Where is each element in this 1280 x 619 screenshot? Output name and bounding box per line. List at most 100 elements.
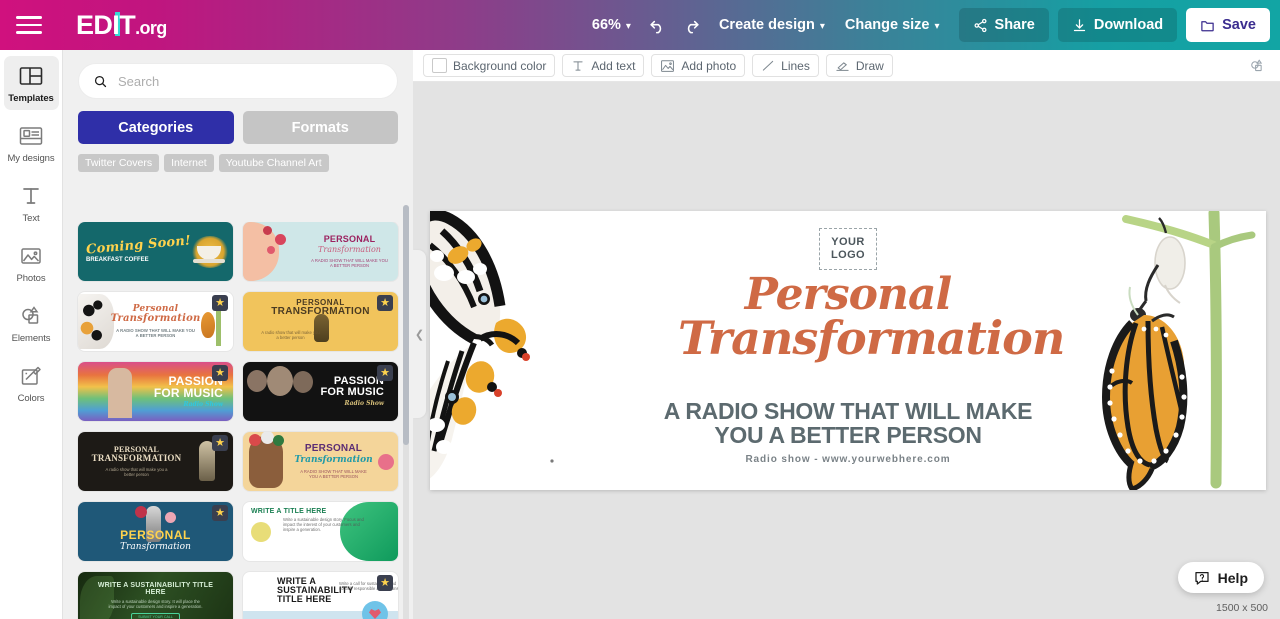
draw-button[interactable]: Draw (825, 54, 893, 77)
template-thumbnail[interactable]: PERSONAL Transformation A RADIO SHOW THA… (243, 432, 398, 491)
save-label: Save (1222, 17, 1256, 33)
draw-icon (836, 61, 849, 71)
sidebar-item-my-designs[interactable]: My designs (4, 116, 59, 170)
tab-formats[interactable]: Formats (242, 111, 398, 144)
hamburger-menu-button[interactable] (0, 16, 58, 34)
canvas-size-label: 1500 x 500 (1216, 602, 1268, 614)
favorite-star-icon[interactable]: ★ (212, 505, 228, 521)
favorite-star-icon[interactable]: ★ (377, 295, 393, 311)
editor-stage[interactable]: YOUR LOGO Personal Transformation A RADI… (413, 82, 1280, 619)
chip-youtube-channel-art[interactable]: Youtube Channel Art (218, 154, 329, 172)
thumb-title: Coming Soon! (85, 233, 192, 258)
sidebar-item-templates[interactable]: Templates (3, 56, 59, 110)
search-input[interactable] (118, 73, 383, 89)
line-icon (762, 60, 774, 71)
chevron-down-icon: ▾ (819, 20, 825, 32)
design-title-line-2: Transformation (678, 311, 1065, 366)
chevron-down-icon: ▾ (934, 20, 940, 32)
design-footer-text[interactable]: Radio show - www.yourwebhere.com (638, 454, 1058, 465)
thumb-title: PERSONAL (323, 233, 376, 244)
sidebar-label-photos: Photos (16, 273, 46, 284)
my-designs-icon (19, 127, 43, 145)
brand-logo[interactable]: EDIT .org (76, 10, 167, 41)
template-thumbnail[interactable]: ★ PASSION FOR MUSIC Radio Show (78, 362, 233, 421)
thumb-subtitle: BREAKFAST COFFEE (86, 257, 149, 264)
chip-internet[interactable]: Internet (164, 154, 214, 172)
design-title[interactable]: Personal Transformation (678, 273, 1065, 366)
left-sidebar-rail: Templates My designs Text Photos Element… (0, 50, 63, 619)
favorite-star-icon[interactable]: ★ (212, 365, 228, 381)
chevron-left-icon: ❮ (414, 328, 425, 341)
header-actions: 66% ▾ Create design ▾ Change size ▾ Shar… (582, 0, 1280, 50)
download-icon (1073, 18, 1085, 31)
thumb-caption: Write a sustainable design story. Focus … (283, 517, 364, 533)
search-container (63, 50, 413, 99)
template-thumbnail[interactable]: WRITE A SUSTAINABILITY TITLE HERE Write … (78, 572, 233, 619)
design-canvas[interactable]: YOUR LOGO Personal Transformation A RADI… (430, 211, 1266, 490)
sidebar-item-text[interactable]: Text (4, 176, 59, 230)
template-thumbnail[interactable]: PERSONAL Transformation A RADIO SHOW THA… (243, 222, 398, 281)
sidebar-item-colors[interactable]: Colors (4, 356, 59, 410)
download-button[interactable]: Download (1057, 8, 1178, 42)
change-size-menu[interactable]: Change size ▾ (835, 17, 950, 33)
thumb-caption: Write a sustainable design story. It wil… (108, 599, 203, 610)
zoom-level-dropdown[interactable]: 66% ▾ (582, 17, 641, 33)
sidebar-item-photos[interactable]: Photos (4, 236, 59, 290)
thumb-subtitle: FOR MUSIC (320, 386, 384, 399)
collapse-panel-button[interactable]: ❮ (413, 250, 426, 418)
template-thumbnail[interactable]: ★ PERSONAL TRANSFORMATION A radio show t… (243, 292, 398, 351)
search-icon (94, 75, 107, 87)
template-thumbnail[interactable]: Coming Soon! BREAKFAST COFFEE (78, 222, 233, 281)
redo-arrow-icon (688, 20, 700, 33)
template-thumbnail[interactable]: ★ PERSONAL Transformation (78, 502, 233, 561)
save-button[interactable]: Save (1186, 8, 1270, 42)
change-size-label: Change size (844, 17, 930, 33)
share-label: Share (994, 17, 1035, 33)
logo-placeholder[interactable]: YOUR LOGO (819, 228, 877, 270)
design-subtitle-line-2: YOU A BETTER PERSON (714, 422, 982, 449)
redo-button[interactable] (675, 8, 709, 42)
create-design-menu[interactable]: Create design ▾ (709, 17, 835, 33)
favorite-star-icon[interactable]: ★ (212, 295, 228, 311)
template-thumbnail[interactable]: WRITE A TITLE HERE Write a sustainable d… (243, 502, 398, 561)
undo-button[interactable] (641, 8, 675, 42)
favorite-star-icon[interactable]: ★ (212, 435, 228, 451)
background-color-button[interactable]: Background color (423, 54, 556, 77)
sidebar-item-elements[interactable]: Elements (4, 296, 59, 350)
sidebar-label-colors: Colors (17, 393, 45, 404)
photos-icon (21, 248, 41, 264)
thumb-caption: A RADIO SHOW THAT WILL MAKE YOU A BETTER… (311, 258, 388, 269)
thumb-title: PERSONAL (120, 527, 191, 542)
thumb-title: PERSONAL (304, 442, 363, 454)
favorite-star-icon[interactable]: ★ (377, 365, 393, 381)
design-subtitle[interactable]: A RADIO SHOW THAT WILL MAKE YOU A BETTER… (638, 399, 1058, 447)
thumb-title: WRITE A SUSTAINABILITY TITLE HERE (277, 576, 354, 604)
lines-button[interactable]: Lines (752, 54, 819, 77)
tab-categories[interactable]: Categories (78, 111, 234, 144)
thumb-subtitle: Transformation (110, 313, 201, 325)
help-button[interactable]: Help (1177, 562, 1264, 593)
add-photo-label: Add photo (681, 58, 737, 73)
favorite-star-icon[interactable]: ★ (377, 575, 393, 591)
editor-toolbar: Background color Add text Add photo Line… (413, 50, 1280, 82)
text-icon (23, 188, 39, 204)
template-thumbnail[interactable]: ★ PERSONAL TRANSFORMATION A radio show t… (78, 432, 233, 491)
elements-icon (22, 306, 39, 324)
add-text-label: Add text (591, 58, 636, 73)
background-color-label: Background color (453, 58, 547, 73)
search-box[interactable] (78, 63, 398, 99)
add-text-button[interactable]: Add text (562, 54, 645, 77)
toolbar-elements-button[interactable] (1248, 57, 1270, 75)
zoom-level-value: 66% (591, 17, 621, 33)
thumb-subtitle: FOR MUSIC (153, 386, 223, 401)
chip-twitter-covers[interactable]: Twitter Covers (78, 154, 160, 172)
sidebar-label-elements: Elements (11, 333, 51, 344)
add-photo-button[interactable]: Add photo (651, 54, 746, 77)
brand-name: EDIT (76, 9, 136, 40)
templates-panel: Categories Formats Twitter Covers Intern… (63, 50, 413, 619)
template-thumbnail[interactable]: ★ WRITE A SUSTAINABILITY TITLE HERE Writ… (243, 572, 398, 619)
panel-scrollbar-thumb[interactable] (403, 205, 409, 445)
share-button[interactable]: Share (958, 8, 1049, 42)
template-thumbnail[interactable]: ★ PASSION FOR MUSIC Radio Show (243, 362, 398, 421)
template-thumbnail[interactable]: ★ Personal Transformation A RADIO SHOW T… (78, 292, 233, 351)
